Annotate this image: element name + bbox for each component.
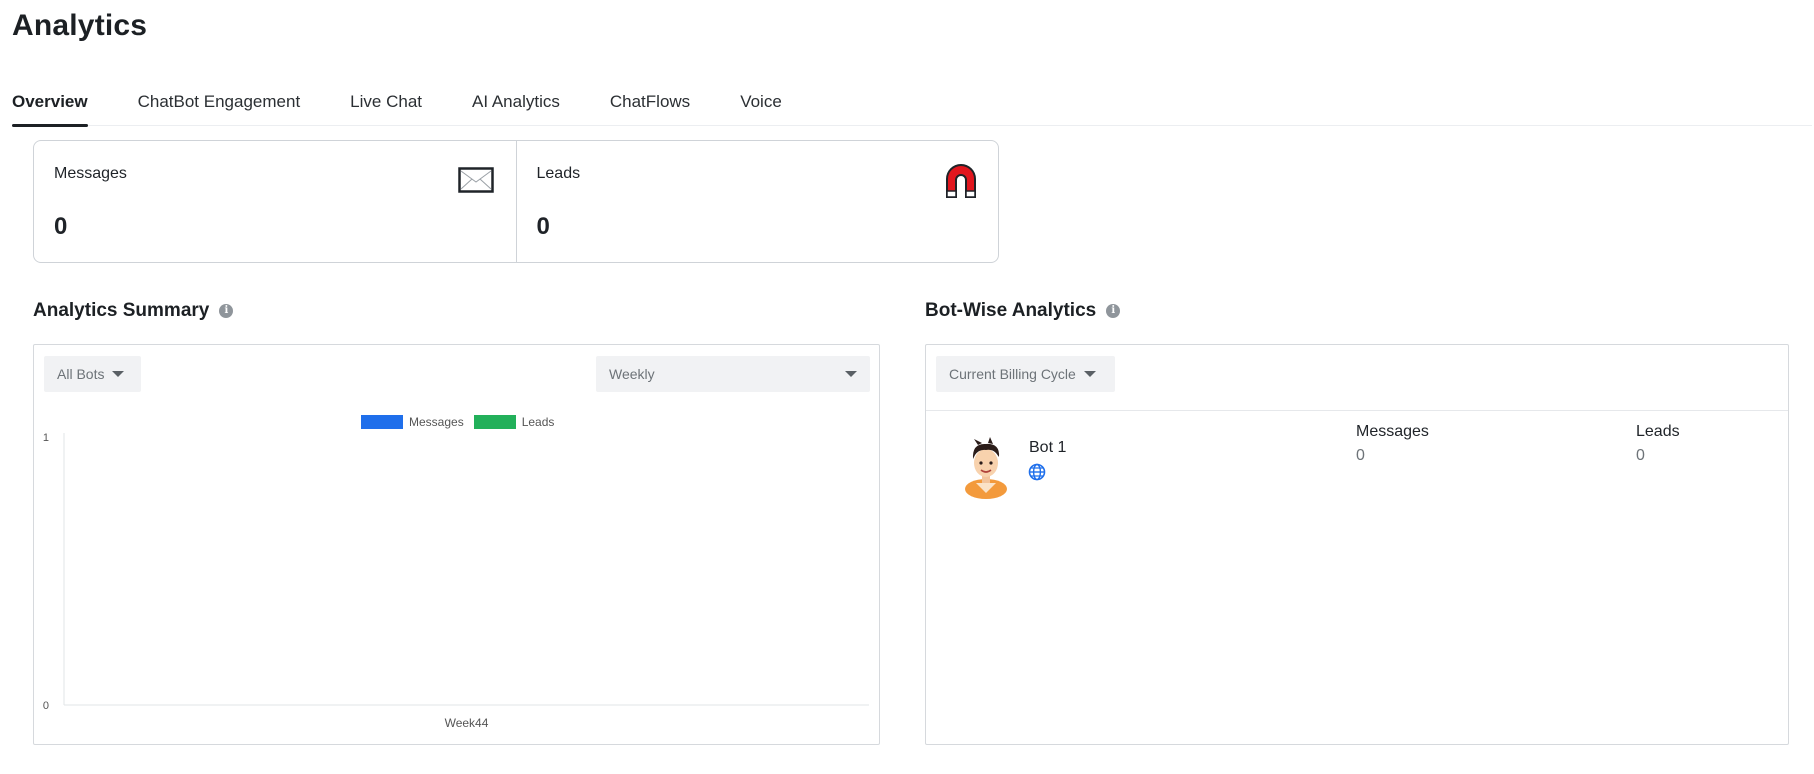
x-tick-label: Week44 [445,716,489,730]
leads-stat-label: Leads [536,165,581,182]
analytics-summary-chart: 0 1 Week44 [43,432,869,730]
page-title: Analytics [12,9,148,42]
info-icon[interactable]: i [1106,304,1121,318]
analytics-summary-title: Analytics Summary i [33,300,234,322]
bot-leads-value: 0 [1636,447,1645,464]
messages-stat-value: 0 [54,213,68,240]
billing-cycle-dropdown[interactable]: Current Billing Cycle [936,356,1115,392]
info-icon[interactable]: i [219,304,234,318]
bot-wise-title: Bot-Wise Analytics i [925,300,1121,322]
leads-stat: Leads 0 [515,141,999,262]
messages-stat: Messages 0 [34,141,516,262]
envelope-icon [457,167,494,198]
tab-chatbot-engagement[interactable]: ChatBot Engagement [138,88,301,126]
bot-wise-heading: Bot-Wise Analytics [925,300,1097,321]
magnet-icon [944,163,978,204]
tab-chatflows[interactable]: ChatFlows [610,88,690,126]
chevron-down-icon [1083,371,1096,377]
bot-wise-panel: Current Billing Cycle Bot 1 Messages 0 L… [925,344,1789,745]
bot-name: Bot 1 [1029,439,1067,456]
y-tick-label: 0 [43,700,49,712]
messages-column-header: Messages [1356,423,1429,440]
tab-bar: Overview ChatBot Engagement Live Chat AI… [12,88,1812,127]
leads-column-header: Leads [1636,423,1680,440]
tab-voice[interactable]: Voice [740,88,782,126]
leads-stat-value: 0 [536,213,550,240]
billing-cycle-value: Current Billing Cycle [949,366,1076,382]
divider [926,410,1788,411]
stats-card: Messages 0 Leads 0 [33,140,999,263]
messages-stat-label: Messages [54,165,127,182]
bot-avatar [962,437,1010,504]
globe-icon [1028,463,1046,486]
tab-overview[interactable]: Overview [12,88,88,127]
tab-ai-analytics[interactable]: AI Analytics [472,88,560,126]
y-tick-label: 1 [43,432,49,444]
analytics-summary-panel: All Bots Weekly Messages Leads 0 1 Week44 [33,344,880,745]
analytics-summary-heading: Analytics Summary [33,300,210,321]
bot-messages-value: 0 [1356,447,1365,464]
tab-live-chat[interactable]: Live Chat [350,88,422,126]
